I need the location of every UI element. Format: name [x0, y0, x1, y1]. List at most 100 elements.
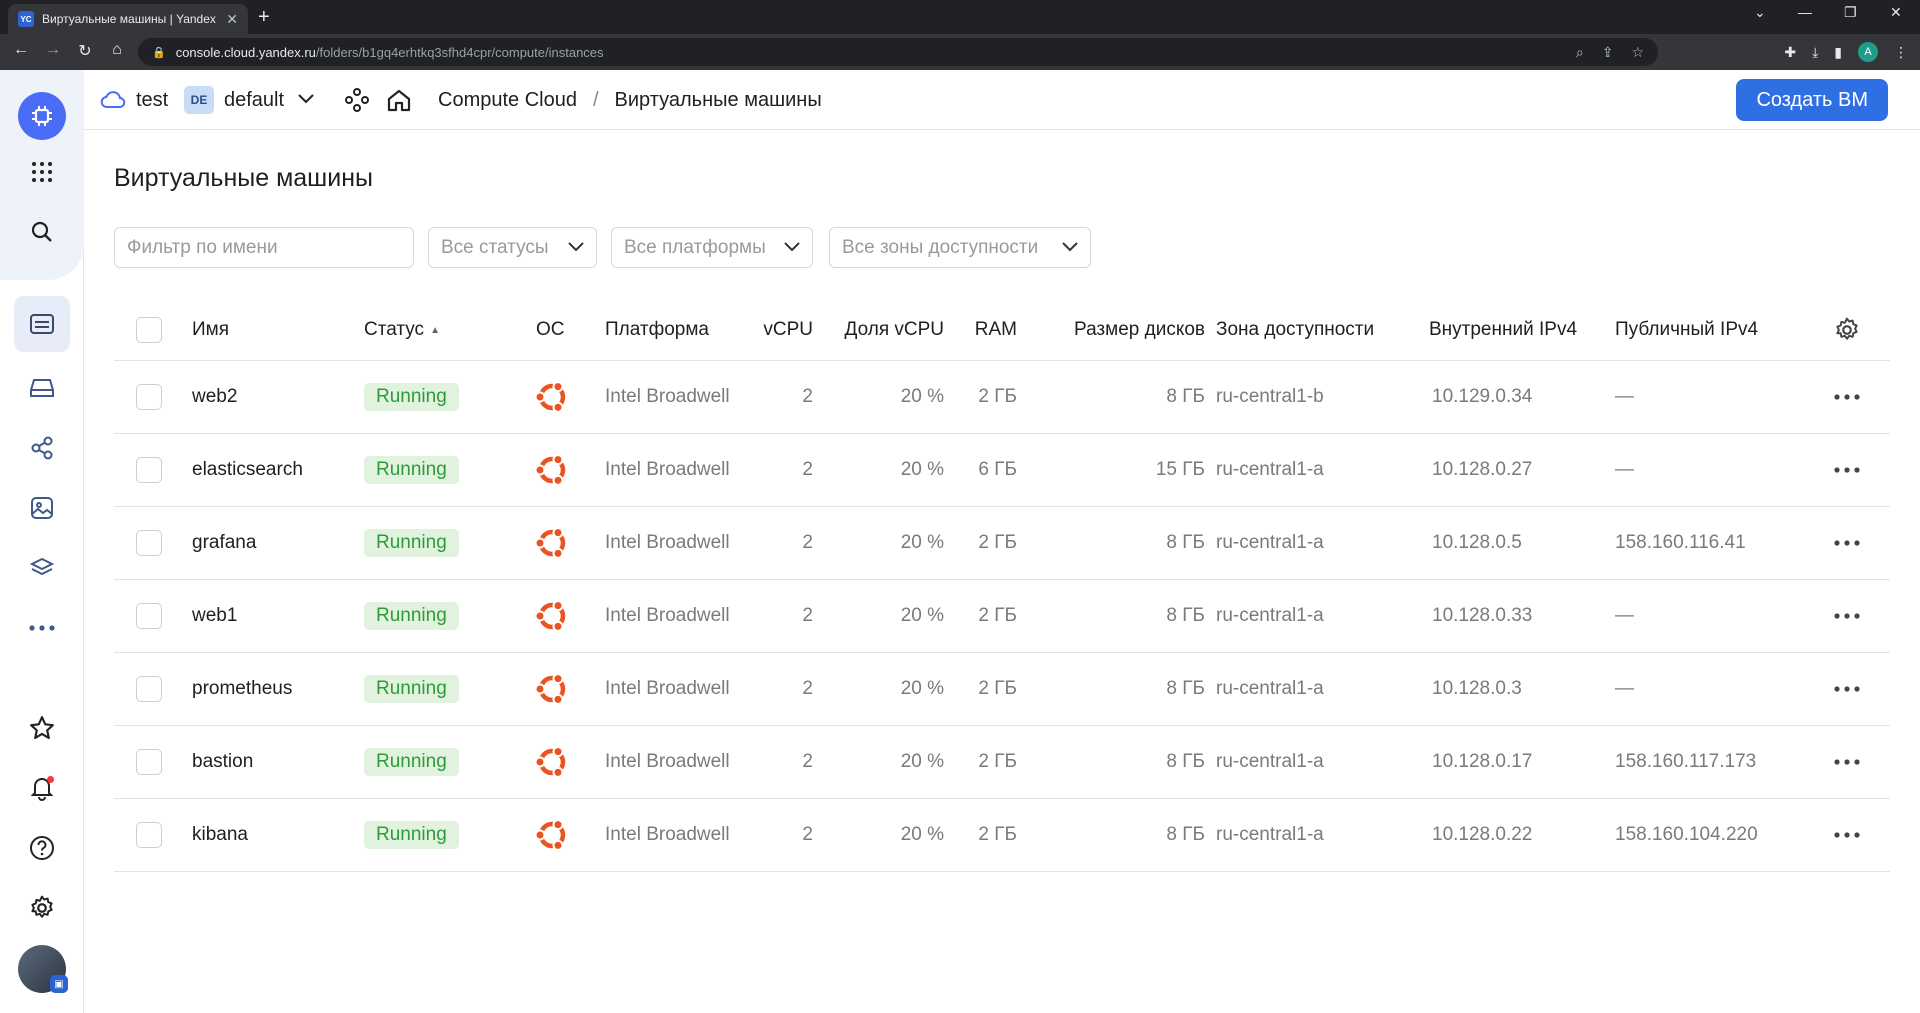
- ram-cell: 2 ГБ: [978, 751, 1017, 772]
- zone-cell: ru-central1-a: [1216, 678, 1324, 699]
- window-close-icon[interactable]: ✕: [1890, 4, 1902, 21]
- table-row[interactable]: web2 Running Intel Broadwell 2 20 % 2 ГБ…: [114, 361, 1890, 434]
- zone-cell: ru-central1-b: [1216, 386, 1324, 407]
- notification-dot: [47, 776, 54, 783]
- column-internal-ip[interactable]: Внутренний IPv4: [1429, 300, 1577, 360]
- row-checkbox[interactable]: [136, 507, 162, 579]
- table-row[interactable]: grafana Running Intel Broadwell 2 20 % 2…: [114, 507, 1890, 580]
- more-nav-icon[interactable]: [14, 606, 70, 650]
- column-vcpu[interactable]: vCPU: [754, 300, 813, 360]
- column-disk[interactable]: Размер дисков: [1034, 300, 1205, 360]
- table-row[interactable]: web1 Running Intel Broadwell 2 20 % 2 ГБ…: [114, 580, 1890, 653]
- close-icon[interactable]: ✕: [226, 11, 238, 28]
- column-zone[interactable]: Зона доступности: [1216, 300, 1374, 360]
- zone-cell: ru-central1-a: [1216, 605, 1324, 626]
- row-checkbox[interactable]: [136, 361, 162, 433]
- folder-name: default: [224, 88, 285, 111]
- more-icon[interactable]: [1834, 799, 1860, 871]
- zone-filter-label: Все зоны доступности: [842, 236, 1039, 258]
- row-checkbox[interactable]: [136, 580, 162, 652]
- vm-name[interactable]: bastion: [192, 726, 253, 798]
- row-checkbox[interactable]: [136, 434, 162, 506]
- home-icon[interactable]: ⌂: [106, 41, 128, 59]
- column-ram[interactable]: RAM: [964, 300, 1017, 360]
- reload-icon[interactable]: ↻: [74, 41, 96, 61]
- table-row[interactable]: prometheus Running Intel Broadwell 2 20 …: [114, 653, 1890, 726]
- home-icon[interactable]: [386, 70, 412, 130]
- share-icon[interactable]: ⇪: [1602, 44, 1614, 61]
- column-platform[interactable]: Платформа: [605, 300, 709, 360]
- cloud-selector[interactable]: test: [100, 70, 168, 130]
- virtual-machines-nav-icon[interactable]: [14, 296, 70, 352]
- column-name[interactable]: Имя: [192, 300, 229, 360]
- column-public-ip[interactable]: Публичный IPv4: [1615, 300, 1758, 360]
- folder-selector[interactable]: DE default: [184, 70, 314, 130]
- browser-tab[interactable]: YC Виртуальные машины | Yandex ✕: [8, 4, 248, 34]
- download-icon[interactable]: ⤓: [1812, 44, 1818, 61]
- platform-cell: Intel Broadwell: [605, 532, 730, 553]
- more-icon[interactable]: [1834, 507, 1860, 579]
- snapshots-nav-icon[interactable]: [14, 546, 70, 590]
- row-checkbox[interactable]: [136, 726, 162, 798]
- services-map-icon[interactable]: [344, 70, 370, 130]
- column-vcpu-share[interactable]: Доля vCPU: [834, 300, 945, 360]
- back-icon[interactable]: ←: [10, 41, 32, 59]
- minimize-icon[interactable]: —: [1798, 4, 1812, 20]
- more-icon[interactable]: [1834, 434, 1860, 506]
- row-checkbox[interactable]: [136, 653, 162, 725]
- create-vm-button[interactable]: Создать ВМ: [1736, 79, 1888, 121]
- notifications-bell-icon[interactable]: [14, 766, 70, 810]
- breadcrumb-service[interactable]: Compute Cloud: [438, 89, 577, 112]
- zoom-icon[interactable]: ⌕: [1576, 44, 1584, 61]
- favorites-star-icon[interactable]: [14, 706, 70, 750]
- profile-avatar[interactable]: A: [1858, 42, 1878, 62]
- restore-icon[interactable]: ❐: [1844, 4, 1857, 21]
- more-icon[interactable]: [1834, 726, 1860, 798]
- extensions-icon[interactable]: ✚: [1784, 44, 1796, 61]
- compute-cloud-logo-icon[interactable]: [18, 92, 66, 140]
- name-filter-input[interactable]: Фильтр по имени: [114, 227, 414, 268]
- status-badge: Running: [364, 529, 459, 557]
- vm-name[interactable]: web2: [192, 361, 237, 433]
- chevron-down-icon[interactable]: ⌄: [1754, 4, 1766, 21]
- ubuntu-icon: [534, 507, 570, 579]
- status-filter-select[interactable]: Все статусы: [428, 227, 597, 268]
- more-icon[interactable]: [1834, 361, 1860, 433]
- forward-icon[interactable]: →: [42, 41, 64, 59]
- select-all-checkbox[interactable]: [136, 300, 162, 360]
- new-tab-icon[interactable]: +: [258, 6, 270, 29]
- instance-groups-nav-icon[interactable]: [14, 426, 70, 470]
- vm-name[interactable]: grafana: [192, 507, 256, 579]
- menu-icon[interactable]: ⋮: [1894, 44, 1908, 61]
- disk-cell: 8 ГБ: [1166, 605, 1205, 626]
- row-checkbox[interactable]: [136, 799, 162, 871]
- help-icon[interactable]: [14, 826, 70, 870]
- settings-gear-icon[interactable]: [14, 886, 70, 930]
- ubuntu-icon: [534, 653, 570, 725]
- more-icon[interactable]: [1834, 580, 1860, 652]
- column-os[interactable]: ОС: [536, 300, 565, 360]
- search-icon[interactable]: [14, 210, 70, 254]
- vcpu-cell: 2: [802, 824, 813, 845]
- all-services-icon[interactable]: [14, 150, 70, 194]
- platform-cell: Intel Broadwell: [605, 678, 730, 699]
- vm-name[interactable]: web1: [192, 580, 237, 652]
- table-row[interactable]: elasticsearch Running Intel Broadwell 2 …: [114, 434, 1890, 507]
- zone-filter-select[interactable]: Все зоны доступности: [829, 227, 1091, 268]
- vm-name[interactable]: elasticsearch: [192, 434, 303, 506]
- more-icon[interactable]: [1834, 653, 1860, 725]
- images-nav-icon[interactable]: [14, 486, 70, 530]
- platform-filter-select[interactable]: Все платформы: [611, 227, 813, 268]
- column-status[interactable]: Статус ▲: [364, 300, 440, 360]
- table-row[interactable]: kibana Running Intel Broadwell 2 20 % 2 …: [114, 799, 1890, 872]
- table-row[interactable]: bastion Running Intel Broadwell 2 20 % 2…: [114, 726, 1890, 799]
- vcpu-cell: 2: [802, 751, 813, 772]
- status-badge: Running: [364, 675, 459, 703]
- url-field[interactable]: 🔒 console.cloud.yandex.ru/folders/b1gq4e…: [138, 38, 1658, 66]
- disks-nav-icon[interactable]: [14, 366, 70, 410]
- vm-name[interactable]: kibana: [192, 799, 248, 871]
- vm-name[interactable]: prometheus: [192, 653, 292, 725]
- star-icon[interactable]: ☆: [1631, 44, 1644, 61]
- sidepanel-icon[interactable]: ▮: [1834, 44, 1842, 61]
- table-settings-gear-icon[interactable]: [1834, 300, 1860, 360]
